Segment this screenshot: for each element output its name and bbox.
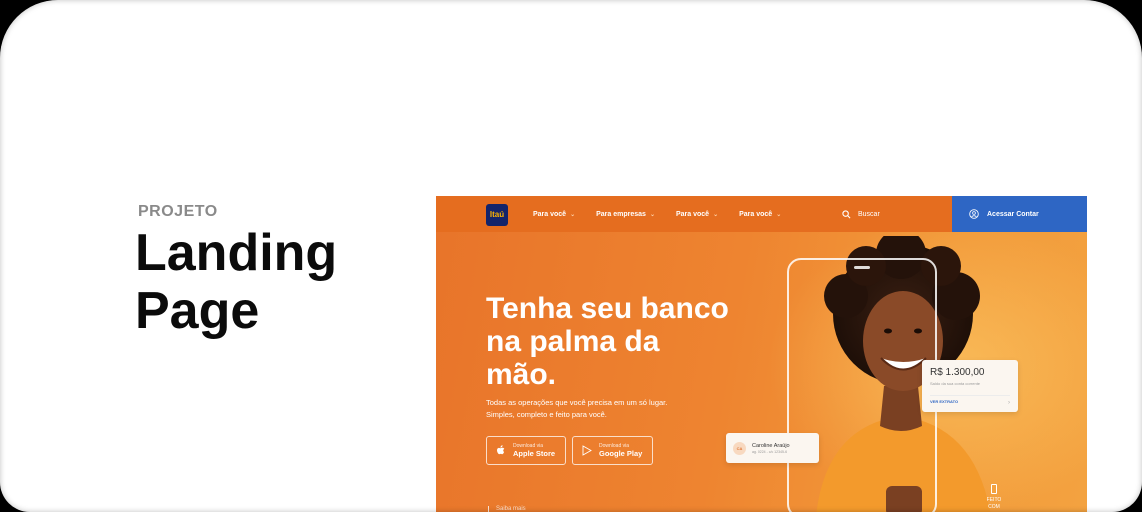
- scroll-hint: Saiba mais: [496, 506, 526, 512]
- apple-store-text: Download via Apple Store: [513, 443, 555, 458]
- itau-logo[interactable]: Itaú: [486, 204, 508, 226]
- chevron-down-icon: ⌄: [776, 211, 782, 218]
- contact-card[interactable]: CA Caroline Araújo ag. 0224 - c/c 12345-…: [726, 433, 819, 463]
- main-nav: Para você ⌄ Para empresas ⌄ Para você ⌄ …: [533, 196, 781, 232]
- nav-item-label: Para você: [739, 210, 773, 218]
- phone-outline: [787, 258, 937, 512]
- nav-item-para-voce-3[interactable]: Para você ⌄: [739, 211, 781, 218]
- landing-page-preview: Itaú Para você ⌄ Para empresas ⌄ Para vo…: [436, 196, 1087, 512]
- nav-item-label: Para você: [533, 210, 567, 218]
- chevron-right-icon: ›: [1008, 400, 1010, 406]
- google-play-button[interactable]: Download via Google Play: [572, 436, 653, 465]
- hero-title: Tenha seu banco na palma da mão.: [486, 292, 729, 391]
- google-play-text: Download via Google Play: [599, 443, 642, 458]
- project-label: PROJETO: [138, 203, 218, 220]
- search-button[interactable]: Buscar: [842, 196, 880, 232]
- made-with-label: FEITO COM: [986, 497, 1002, 510]
- balance-amount: R$ 1.300,00: [930, 367, 985, 378]
- hero-subtitle: Todas as operações que você precisa em u…: [486, 398, 668, 419]
- scroll-indicator: [488, 506, 489, 512]
- apple-icon: [495, 445, 507, 457]
- play-icon: [581, 445, 593, 457]
- access-account-label: Acessar Contar: [987, 210, 1039, 218]
- chevron-down-icon: ⌄: [649, 211, 655, 218]
- search-icon: [842, 209, 851, 218]
- balance-description: Saldo da sua conta corrente: [930, 381, 981, 386]
- phone-notch: [854, 266, 870, 269]
- phone-icon: [991, 484, 997, 494]
- project-card: PROJETO Landing Page Itaú Para você ⌄ Pa…: [0, 0, 1142, 512]
- balance-card[interactable]: R$ 1.300,00 Saldo da sua conta corrente …: [922, 360, 1018, 412]
- access-account-button[interactable]: Acessar Contar: [952, 196, 1087, 232]
- nav-item-label: Para você: [675, 210, 710, 218]
- made-with-badge: FEITO COM: [984, 484, 1004, 511]
- chevron-down-icon: ⌄: [713, 211, 719, 218]
- contact-account: ag. 0224 - c/c 12345-6: [752, 449, 788, 454]
- nav-item-para-voce[interactable]: Para você ⌄: [533, 211, 575, 218]
- nav-item-para-empresas[interactable]: Para empresas ⌄: [596, 211, 655, 218]
- view-statement-link[interactable]: VER EXTRATO: [930, 399, 958, 404]
- nav-item-para-voce-2[interactable]: Para você ⌄: [676, 211, 718, 218]
- contact-info: Caroline Araújo ag. 0224 - c/c 12345-6: [752, 443, 790, 454]
- download-via-label: Download via: [599, 443, 630, 449]
- chevron-down-icon: ⌄: [570, 211, 576, 218]
- contact-name: Caroline Araújo: [752, 442, 790, 449]
- download-via-label: Download via: [513, 443, 544, 449]
- google-play-label: Google Play: [599, 449, 643, 458]
- search-label: Buscar: [858, 210, 880, 218]
- avatar: CA: [733, 441, 746, 455]
- nav-item-label: Para empresas: [596, 210, 646, 218]
- user-icon: [969, 209, 979, 219]
- divider: [930, 395, 1010, 396]
- apple-store-label: Apple Store: [513, 449, 556, 458]
- apple-store-button[interactable]: Download via Apple Store: [486, 436, 566, 465]
- project-title: Landing Page: [135, 224, 338, 340]
